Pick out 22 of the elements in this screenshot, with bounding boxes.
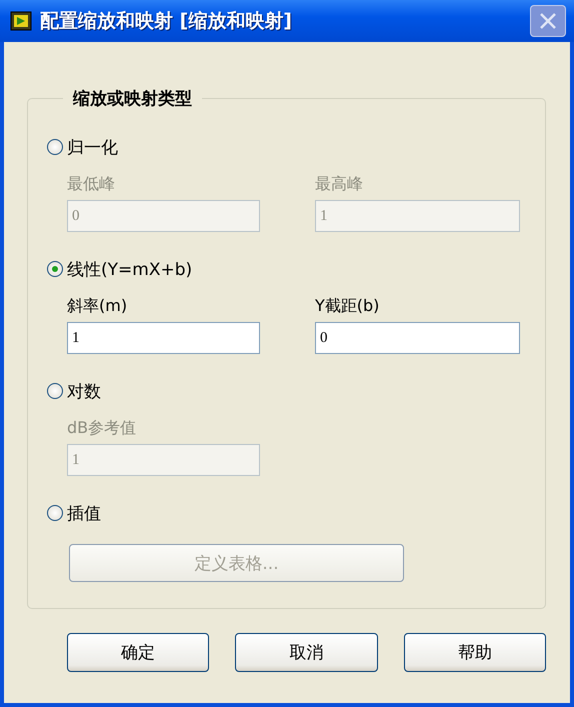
dialog-button[interactable]: 取消 bbox=[235, 633, 378, 672]
radio-button[interactable] bbox=[47, 261, 63, 277]
close-icon bbox=[538, 11, 558, 31]
dialog-button[interactable]: 帮助 bbox=[404, 633, 546, 672]
field-label: 斜率(m) bbox=[67, 296, 128, 317]
option-label: 对数 bbox=[67, 380, 101, 402]
field-label: 最低峰 bbox=[67, 174, 116, 195]
option-label: 线性(Y=mX+b) bbox=[67, 258, 192, 280]
field-label: Y截距(b) bbox=[315, 296, 380, 317]
radio-button[interactable] bbox=[47, 383, 63, 399]
dialog-button[interactable]: 确定 bbox=[67, 633, 210, 672]
option-label: 归一化 bbox=[67, 136, 118, 158]
field-label: 最高峰 bbox=[315, 174, 364, 195]
input-field[interactable]: 0 bbox=[315, 322, 520, 354]
option-label: 插值 bbox=[67, 502, 101, 524]
radio-button[interactable] bbox=[47, 505, 63, 521]
radio-button[interactable] bbox=[47, 139, 63, 155]
input-field[interactable]: 1 bbox=[67, 322, 260, 354]
group-title: 缩放或映射类型 bbox=[72, 88, 193, 110]
app-icon bbox=[10, 11, 32, 31]
window-title: 配置缩放和映射 [缩放和映射] bbox=[40, 9, 293, 34]
field-label: dB参考值 bbox=[67, 418, 138, 439]
